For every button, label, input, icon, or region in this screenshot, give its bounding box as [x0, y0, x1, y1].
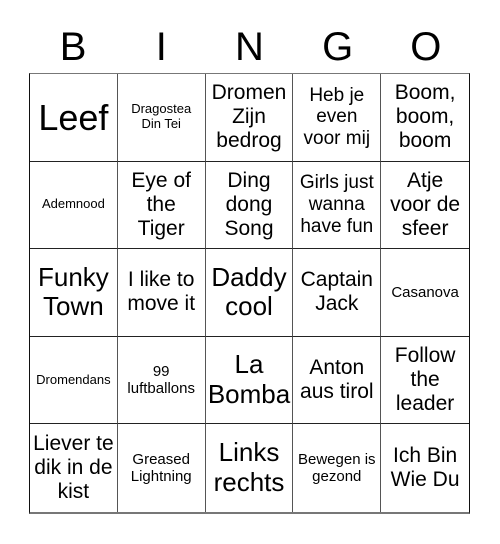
- bingo-cell[interactable]: Eye of the Tiger: [117, 161, 206, 250]
- bingo-cell[interactable]: Follow the leader: [381, 337, 469, 425]
- bingo-cell[interactable]: La Bomba: [205, 336, 294, 425]
- bingo-cell[interactable]: Leef: [30, 74, 118, 162]
- bingo-cell[interactable]: Dragostea Din Tei: [117, 74, 206, 162]
- header-letter-o: O: [410, 25, 442, 69]
- header-letter-b: B: [59, 25, 87, 69]
- bingo-card-grid: Leef Dragostea Din Tei Dromen Zijn bedro…: [29, 73, 470, 514]
- bingo-cell[interactable]: Captain Jack: [293, 249, 382, 337]
- bingo-cell[interactable]: Boom, boom, boom: [381, 74, 469, 162]
- bingo-cell[interactable]: Heb je even voor mij: [293, 74, 382, 162]
- bingo-cell[interactable]: Anton aus tirol: [293, 336, 382, 425]
- bingo-cell[interactable]: Atje voor de sfeer: [381, 162, 469, 250]
- bingo-cell[interactable]: 99 luftballons: [117, 336, 206, 425]
- bingo-cell[interactable]: I like to move it: [117, 249, 206, 337]
- bingo-cell[interactable]: Liever te dik in de kist: [30, 424, 118, 512]
- bingo-cell[interactable]: Ich Bin Wie Du: [381, 424, 469, 512]
- bingo-cell[interactable]: Greased Lightning: [118, 424, 206, 512]
- bingo-cell[interactable]: Girls just wanna have fun: [293, 161, 382, 250]
- bingo-cell[interactable]: Bewegen is gezond: [293, 424, 382, 512]
- header-letter-i: I: [155, 25, 167, 69]
- header-letter-g: G: [322, 25, 354, 69]
- bingo-cell[interactable]: Dromendans: [30, 336, 118, 425]
- header-letter-n: N: [235, 25, 264, 69]
- bingo-cell[interactable]: Dromen Zijn bedrog: [205, 74, 294, 162]
- bingo-cell[interactable]: Links rechts: [206, 424, 294, 512]
- bingo-header: B I N G O: [29, 22, 470, 72]
- bingo-cell[interactable]: Funky Town: [30, 249, 118, 337]
- bingo-cell[interactable]: Ademnood: [30, 161, 118, 250]
- bingo-cell[interactable]: Casanova: [381, 249, 469, 337]
- bingo-cell[interactable]: Daddy cool: [205, 249, 294, 337]
- bingo-cell[interactable]: Ding dong Song: [205, 161, 294, 250]
